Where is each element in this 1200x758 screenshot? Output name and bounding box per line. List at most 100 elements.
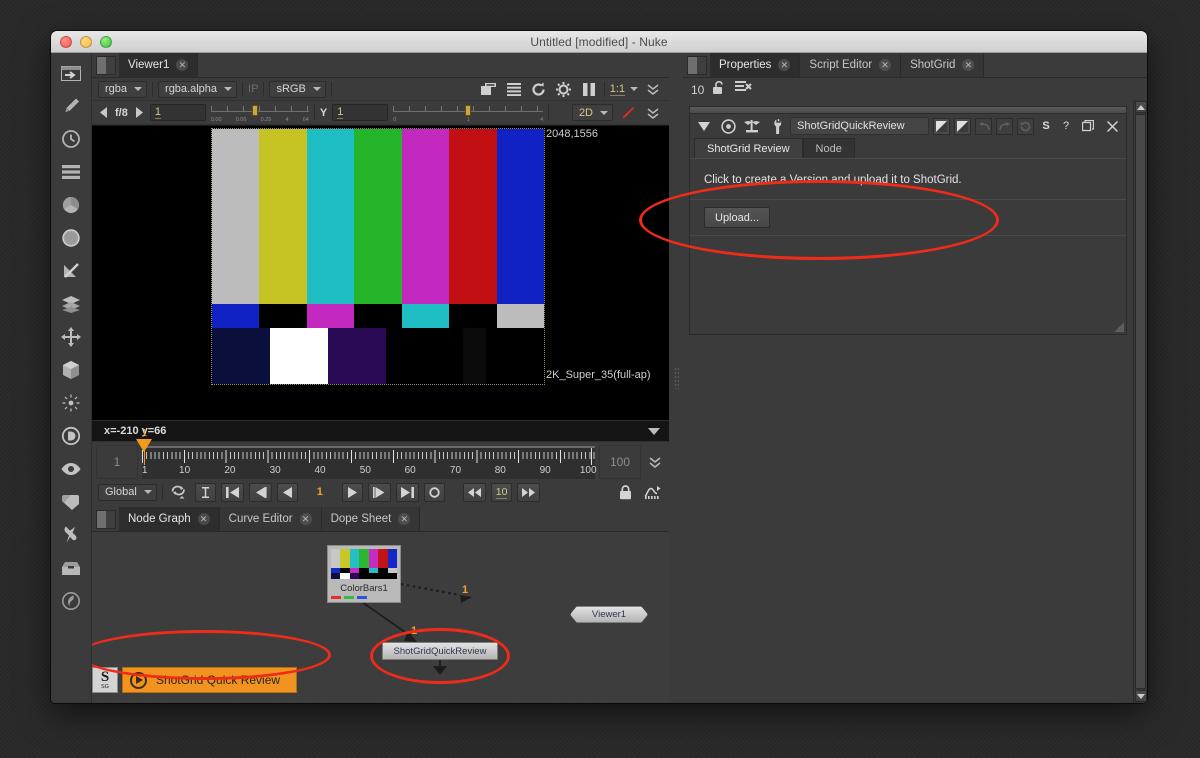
slider-thumb[interactable] bbox=[465, 104, 472, 116]
gamma-slider[interactable]: 0 1 4 bbox=[393, 104, 544, 123]
panel-drag-handle[interactable] bbox=[690, 107, 1126, 114]
playback-mode-icon[interactable] bbox=[168, 483, 190, 502]
exposure-increase-button[interactable] bbox=[133, 105, 145, 121]
tab-properties[interactable]: Properties ✕ bbox=[710, 53, 801, 77]
increment-forward-button[interactable] bbox=[517, 482, 541, 502]
tab-node-graph[interactable]: Node Graph ✕ bbox=[119, 507, 220, 531]
nodegraph-canvas[interactable]: ColorBars1 Viewer1 ShotGridQuickReview 1 bbox=[92, 532, 669, 703]
decrement-button[interactable] bbox=[462, 482, 486, 502]
node-toolbar-plugin-icon[interactable] bbox=[56, 587, 86, 615]
tab-shotgrid-review[interactable]: ShotGrid Review bbox=[694, 138, 803, 158]
float-panel-icon[interactable] bbox=[1078, 117, 1098, 135]
roi-icon[interactable] bbox=[554, 80, 574, 99]
close-icon[interactable]: ✕ bbox=[879, 59, 892, 71]
clear-all-icon[interactable] bbox=[735, 81, 753, 99]
close-icon[interactable]: ✕ bbox=[299, 513, 312, 525]
exposure-input[interactable]: 1 bbox=[149, 104, 206, 121]
node-toolbar-deep-icon[interactable] bbox=[56, 422, 86, 450]
node-toolbar-channel-icon[interactable] bbox=[56, 158, 86, 186]
properties-vertical-scrollbar[interactable] bbox=[1133, 100, 1147, 703]
zoom-level[interactable]: 1:1 bbox=[609, 83, 625, 96]
panel-grip-icon[interactable] bbox=[96, 510, 116, 529]
node-name-input[interactable]: ShotGridQuickReview bbox=[790, 117, 929, 135]
playback-cache-icon[interactable] bbox=[641, 483, 663, 502]
tab-dope-sheet[interactable]: Dope Sheet ✕ bbox=[321, 507, 421, 531]
slider-thumb[interactable] bbox=[252, 104, 258, 116]
wrench-icon[interactable] bbox=[766, 117, 786, 135]
gamma-input[interactable]: 1 bbox=[332, 104, 389, 121]
play-forward-button[interactable] bbox=[341, 482, 363, 502]
viewer-canvas[interactable]: 2048,1556 2K_Super_35(full-ap) bbox=[92, 125, 669, 420]
close-icon[interactable]: ✕ bbox=[197, 513, 210, 525]
colorspace-dropdown[interactable]: sRGB bbox=[269, 80, 326, 98]
lock-range-icon[interactable] bbox=[614, 483, 636, 502]
panel-grip-icon[interactable] bbox=[96, 56, 116, 75]
panel-resize-handle[interactable] bbox=[1114, 322, 1124, 332]
script-button[interactable]: S bbox=[1038, 120, 1054, 132]
node-toolbar-particles-icon[interactable] bbox=[56, 389, 86, 417]
expand-timeline-icon[interactable] bbox=[645, 453, 665, 472]
node-toolbar-other-icon[interactable] bbox=[56, 521, 86, 549]
scroll-down-button[interactable] bbox=[1134, 690, 1147, 702]
collapse-icon[interactable] bbox=[694, 117, 714, 135]
node-colorbars1[interactable]: ColorBars1 bbox=[327, 545, 401, 603]
chevron-down-icon[interactable] bbox=[630, 87, 638, 91]
shotgrid-quick-review-button[interactable]: ShotGrid Quick Review bbox=[122, 667, 298, 693]
pause-icon[interactable] bbox=[579, 80, 599, 99]
close-icon[interactable]: ✕ bbox=[176, 59, 189, 71]
set-in-point-button[interactable] bbox=[194, 482, 216, 502]
node-toolbar-filter-icon[interactable] bbox=[56, 224, 86, 252]
tab-curve-editor[interactable]: Curve Editor ✕ bbox=[219, 507, 322, 531]
node-toolbar-color-icon[interactable] bbox=[56, 191, 86, 219]
close-icon[interactable]: ✕ bbox=[962, 59, 975, 71]
node-shotgridquickreview[interactable]: ShotGridQuickReview bbox=[382, 642, 498, 660]
list-icon[interactable] bbox=[504, 80, 524, 99]
panel-grip-icon[interactable] bbox=[687, 56, 707, 75]
range-start-input[interactable]: 1 bbox=[96, 445, 138, 479]
node-toolbar-time-icon[interactable] bbox=[56, 125, 86, 153]
revert-icon[interactable] bbox=[1017, 117, 1034, 135]
exposure-slider[interactable]: 0.00 0.06 0.25 4 64 bbox=[210, 104, 309, 123]
close-icon[interactable] bbox=[1102, 117, 1122, 135]
panel-splitter[interactable] bbox=[669, 53, 683, 703]
tab-shotgrid[interactable]: ShotGrid ✕ bbox=[901, 53, 985, 77]
last-frame-button[interactable] bbox=[395, 482, 419, 502]
tab-viewer1[interactable]: Viewer1 ✕ bbox=[119, 53, 199, 77]
close-icon[interactable]: ✕ bbox=[778, 59, 791, 71]
range-end-input[interactable]: 100 bbox=[599, 445, 641, 479]
node-toolbar-3d-icon[interactable] bbox=[56, 356, 86, 384]
node-toolbar-toolsets-icon[interactable] bbox=[56, 554, 86, 582]
mask-icon[interactable] bbox=[742, 117, 762, 135]
channel-dropdown[interactable]: rgba.alpha bbox=[158, 80, 238, 98]
expand-toolbar-icon[interactable] bbox=[643, 103, 663, 122]
previous-keyframe-button[interactable] bbox=[248, 482, 272, 502]
unlock-icon[interactable] bbox=[712, 80, 727, 100]
scrollbar-thumb[interactable] bbox=[1136, 115, 1145, 688]
upload-button[interactable]: Upload... bbox=[704, 207, 771, 228]
increment-input[interactable]: 10 bbox=[490, 482, 513, 502]
save-preset-icon[interactable] bbox=[954, 117, 971, 135]
node-toolbar-metadata-icon[interactable] bbox=[56, 488, 86, 516]
node-toolbar-draw-icon[interactable] bbox=[56, 92, 86, 120]
node-color-icon[interactable] bbox=[718, 117, 738, 135]
node-toolbar-keyer-icon[interactable] bbox=[56, 257, 86, 285]
layout-icon[interactable] bbox=[479, 80, 499, 99]
channel-set-dropdown[interactable]: rgba bbox=[98, 80, 148, 98]
node-toolbar-transform-icon[interactable] bbox=[56, 323, 86, 351]
node-toolbar-views-icon[interactable] bbox=[56, 455, 86, 483]
tab-script-editor[interactable]: Script Editor ✕ bbox=[800, 53, 902, 77]
step-back-button[interactable] bbox=[276, 482, 298, 502]
node-toolbar-merge-icon[interactable] bbox=[56, 290, 86, 318]
scroll-up-button[interactable] bbox=[1134, 101, 1147, 113]
frame-range-dropdown[interactable]: Global bbox=[98, 483, 157, 501]
first-frame-button[interactable] bbox=[220, 482, 244, 502]
max-panels-value[interactable]: 10 bbox=[691, 83, 704, 97]
node-toolbar-image-icon[interactable] bbox=[56, 59, 86, 87]
redo-icon[interactable] bbox=[996, 117, 1013, 135]
set-out-point-button[interactable] bbox=[423, 482, 445, 502]
node-viewer1[interactable]: Viewer1 bbox=[570, 606, 648, 623]
timeline-ruler[interactable]: 1 10 20 30 40 50 60 70 80 90 100 1 bbox=[136, 428, 597, 479]
node-toolbar[interactable] bbox=[51, 53, 92, 703]
ip-toggle[interactable]: IP bbox=[248, 83, 258, 95]
refresh-icon[interactable] bbox=[529, 80, 549, 99]
